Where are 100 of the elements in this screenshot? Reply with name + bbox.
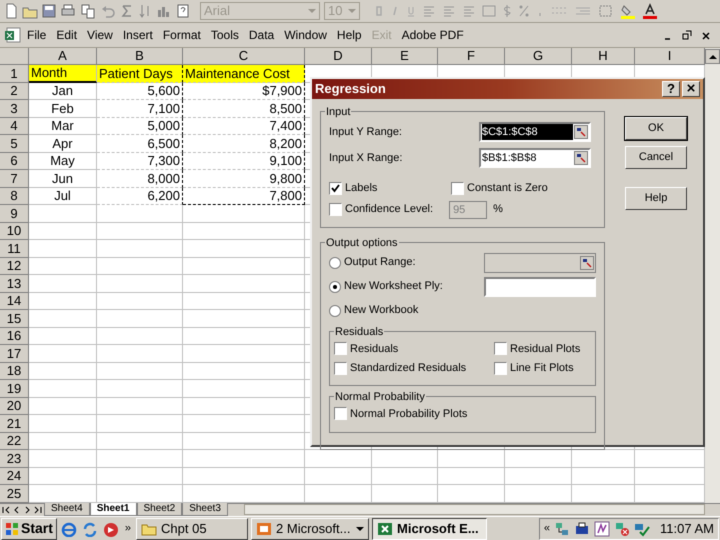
- output-range-field[interactable]: [484, 252, 596, 272]
- sheet-tab[interactable]: Sheet4: [44, 503, 90, 516]
- row-header[interactable]: 1: [0, 65, 29, 82]
- checkbox-label[interactable]: Labels: [345, 180, 378, 196]
- row-header[interactable]: 11: [0, 240, 29, 258]
- copy-icon[interactable]: [80, 3, 96, 19]
- app-icon[interactable]: [594, 520, 610, 536]
- row-header[interactable]: 12: [0, 258, 29, 275]
- column-header[interactable]: C: [183, 48, 305, 65]
- row-header[interactable]: 3: [0, 100, 29, 118]
- checkbox[interactable]: [494, 342, 507, 356]
- checkbox[interactable]: [494, 362, 507, 375]
- checkbox-label[interactable]: Confidence Level:: [345, 201, 434, 218]
- checkbox-label[interactable]: Standardized Residuals: [350, 360, 466, 376]
- font-color-icon[interactable]: [642, 3, 658, 19]
- checkbox[interactable]: [329, 182, 342, 195]
- column-header[interactable]: E: [372, 48, 438, 65]
- taskbar-button[interactable]: Microsoft E...: [372, 518, 488, 540]
- sheet-name-field[interactable]: [484, 276, 596, 296]
- radio-label[interactable]: New Worksheet Ply:: [344, 278, 443, 295]
- taskbar-button[interactable]: Chpt 05: [136, 518, 248, 540]
- row-header[interactable]: 2: [0, 82, 29, 100]
- row-header[interactable]: 23: [0, 450, 29, 468]
- row-header[interactable]: 7: [0, 170, 29, 188]
- menu-item[interactable]: Window: [279, 26, 332, 44]
- dialog-button[interactable]: OK: [625, 117, 687, 140]
- radio-button[interactable]: [329, 304, 341, 316]
- column-header[interactable]: D: [305, 48, 372, 65]
- row-header[interactable]: 20: [0, 398, 29, 415]
- taskbar-button[interactable]: 2 Microsoft...: [251, 518, 370, 540]
- help-icon[interactable]: [176, 3, 190, 19]
- checkbox-label[interactable]: Line Fit Plots: [510, 360, 574, 376]
- checkbox-label[interactable]: Residuals: [350, 340, 398, 357]
- sheet-tab[interactable]: Sheet3: [182, 503, 228, 516]
- checkbox[interactable]: [329, 203, 342, 216]
- row-header[interactable]: 6: [0, 152, 29, 170]
- quick-launch-chevron[interactable]: »: [122, 520, 134, 537]
- radio-label[interactable]: Output Range:: [344, 254, 416, 271]
- network-icon[interactable]: [554, 520, 570, 536]
- excel-doc-icon[interactable]: [4, 27, 22, 43]
- column-header[interactable]: F: [438, 48, 505, 65]
- borders-icon[interactable]: [598, 3, 614, 19]
- column-header[interactable]: G: [505, 48, 572, 65]
- menu-item[interactable]: File: [22, 26, 52, 44]
- checkbox[interactable]: [334, 362, 347, 375]
- radio-button[interactable]: [329, 280, 341, 292]
- row-header[interactable]: 5: [0, 135, 29, 152]
- row-header[interactable]: 13: [0, 275, 29, 292]
- row-header[interactable]: 25: [0, 485, 29, 502]
- printer-icon[interactable]: [574, 520, 590, 536]
- menu-item[interactable]: Data: [244, 26, 280, 44]
- browser-icon[interactable]: [60, 520, 78, 536]
- row-header[interactable]: 24: [0, 468, 29, 485]
- new-file-icon[interactable]: [4, 3, 18, 19]
- sum-icon[interactable]: [120, 3, 134, 19]
- sheet-tab[interactable]: Sheet2: [136, 503, 182, 516]
- menu-item[interactable]: Format: [158, 26, 206, 44]
- select-all-button[interactable]: [0, 48, 29, 65]
- horizontal-scrollbar[interactable]: [244, 504, 705, 515]
- start-button[interactable]: Start: [1, 518, 57, 540]
- dialog-button[interactable]: Help: [625, 187, 687, 210]
- row-header[interactable]: 18: [0, 362, 29, 380]
- row-header[interactable]: 19: [0, 380, 29, 398]
- row-header[interactable]: 14: [0, 292, 29, 310]
- dialog-button[interactable]: Cancel: [625, 146, 687, 169]
- media-icon[interactable]: [102, 520, 120, 536]
- row-header[interactable]: 16: [0, 328, 29, 345]
- menu-item[interactable]: Help: [332, 26, 367, 44]
- menu-item[interactable]: Insert: [118, 26, 158, 44]
- radio-label[interactable]: New Workbook: [344, 302, 418, 319]
- menu-item[interactable]: Tools: [206, 26, 244, 44]
- column-header[interactable]: I: [635, 48, 705, 65]
- row-header[interactable]: 10: [0, 222, 29, 240]
- checkbox[interactable]: [334, 342, 347, 356]
- checkbox-label[interactable]: Residual Plots: [510, 340, 580, 357]
- scroll-up-button[interactable]: [705, 49, 720, 64]
- column-header[interactable]: B: [97, 48, 183, 65]
- menu-item[interactable]: Edit: [51, 26, 82, 44]
- close-button[interactable]: ×: [682, 81, 700, 97]
- row-header[interactable]: 4: [0, 118, 29, 135]
- network-error-icon[interactable]: [614, 520, 630, 536]
- row-header[interactable]: 15: [0, 310, 29, 328]
- row-header[interactable]: 8: [0, 188, 29, 205]
- menu-item[interactable]: Adobe PDF: [396, 26, 469, 44]
- range-picker-icon[interactable]: [574, 125, 588, 139]
- checkbox-label[interactable]: Normal Probability Plots: [350, 406, 468, 422]
- menu-item[interactable]: View: [82, 26, 118, 44]
- row-header[interactable]: 22: [0, 432, 29, 450]
- checkbox[interactable]: [334, 407, 347, 420]
- range-field[interactable]: $C$1:$C$8: [479, 122, 591, 142]
- fill-color-icon[interactable]: [620, 3, 636, 19]
- column-header[interactable]: A: [29, 48, 97, 65]
- sheet-tab[interactable]: Sheet1: [90, 503, 136, 516]
- column-header[interactable]: H: [572, 48, 635, 65]
- checkbox-label[interactable]: Constant is Zero: [467, 180, 548, 196]
- radio-button[interactable]: [329, 256, 341, 268]
- row-header[interactable]: 9: [0, 205, 29, 222]
- save-icon[interactable]: [42, 3, 56, 19]
- range-field[interactable]: $B$1:$B$8: [479, 148, 591, 168]
- row-header[interactable]: 17: [0, 345, 29, 362]
